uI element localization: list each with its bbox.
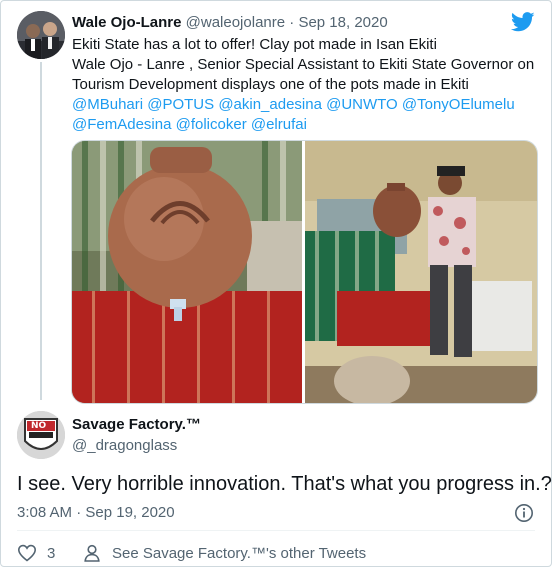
author-avatar[interactable] bbox=[17, 11, 65, 59]
tweet-text-line: Wale Ojo - Lanre , Senior Special Assist… bbox=[72, 56, 535, 73]
like-button[interactable]: 3 bbox=[17, 542, 55, 564]
info-icon[interactable] bbox=[514, 503, 534, 523]
author-name[interactable]: Wale Ojo-Lanre bbox=[72, 14, 181, 31]
person-icon bbox=[84, 544, 100, 562]
author-handle[interactable]: @waleojolanre bbox=[186, 14, 285, 31]
tweet-header: Wale Ojo-Lanre @waleojolanre · Sep 18, 2… bbox=[72, 13, 388, 33]
twitter-bird-icon[interactable] bbox=[511, 11, 535, 33]
mentions-link-line[interactable]: @FemAdesina @folicoker @elrufai bbox=[72, 115, 542, 135]
tweet-text-line: Ekiti State has a lot to offer! Clay pot… bbox=[72, 36, 437, 53]
tweet-text-line: Tourism Development displays one of the … bbox=[72, 76, 469, 93]
reply-author-avatar[interactable]: NO bbox=[17, 411, 65, 459]
tweet-media-grid[interactable] bbox=[71, 140, 538, 404]
reply-timestamp[interactable]: 3:08 AM · Sep 19, 2020 bbox=[17, 503, 175, 523]
thread-connector-line bbox=[40, 62, 42, 400]
reply-author-handle[interactable]: @_dragonglass bbox=[72, 436, 177, 456]
action-divider bbox=[17, 530, 535, 531]
see-other-tweets-button[interactable]: See Savage Factory.™'s other Tweets bbox=[82, 542, 366, 564]
clay-pot-photo[interactable] bbox=[72, 141, 302, 403]
man-holding-pot-photo[interactable] bbox=[305, 141, 537, 403]
see-other-tweets-label: See Savage Factory.™'s other Tweets bbox=[112, 544, 367, 562]
author-avatar-image bbox=[17, 11, 65, 59]
reply-avatar-text: NO bbox=[31, 421, 47, 431]
like-count: 3 bbox=[47, 544, 56, 562]
mentions-link-line[interactable]: @MBuhari @POTUS @akin_adesina @UNWTO @To… bbox=[72, 95, 542, 115]
header-separator: · bbox=[289, 14, 295, 31]
tweet-date[interactable]: Sep 18, 2020 bbox=[298, 14, 387, 31]
reply-author-name[interactable]: Savage Factory.™ bbox=[72, 415, 201, 435]
heart-icon bbox=[17, 544, 37, 562]
tweet-body: Ekiti State has a lot to offer! Clay pot… bbox=[72, 35, 542, 135]
reply-text: I see. Very horrible innovation. That's … bbox=[17, 473, 552, 495]
reply-avatar-image bbox=[17, 411, 65, 459]
